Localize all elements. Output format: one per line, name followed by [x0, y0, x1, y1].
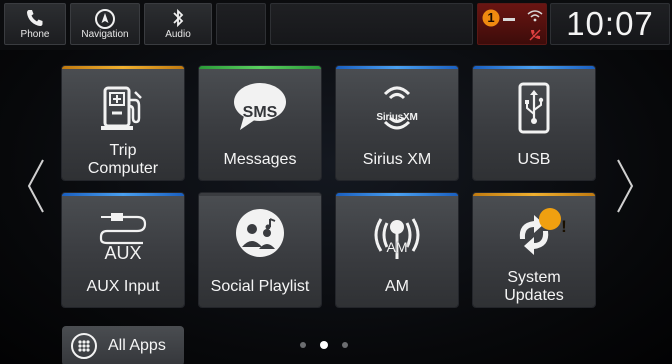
chevron-left-icon[interactable]	[26, 158, 46, 214]
siriusxm-icon	[383, 86, 411, 130]
tile-messages[interactable]: SMS Messages	[199, 66, 321, 180]
tile-label: Social Playlist	[210, 278, 310, 295]
tile-accent-bar	[62, 193, 184, 196]
tile-accent-bar	[199, 193, 321, 196]
tile-usb[interactable]: USB	[473, 66, 595, 180]
aux-text: AUX	[104, 243, 142, 263]
page-dot-1[interactable]	[300, 342, 306, 348]
all-apps-label: All Apps	[108, 337, 166, 354]
tile-label: Messages	[223, 151, 297, 168]
tile-aux-input[interactable]: AUX AUX Input	[62, 193, 184, 307]
page-indicator	[300, 339, 360, 351]
tile-label-line1: Trip	[109, 142, 137, 159]
navigation-label: Navigation	[81, 29, 129, 40]
phone-button[interactable]: Phone	[4, 3, 66, 45]
empty-shortcut-slot[interactable]	[270, 3, 473, 45]
phone-icon	[27, 10, 43, 26]
tile-trip-computer[interactable]: Trip Computer	[62, 66, 184, 180]
tile-sirius-xm[interactable]: SiriusXM Sirius XM	[336, 66, 458, 180]
page-dot-3[interactable]	[342, 342, 348, 348]
empty-shortcut-slot[interactable]	[216, 3, 266, 45]
aux-cable-icon	[99, 213, 147, 245]
tile-label-line2: Updates	[504, 287, 564, 304]
fuel-pump-icon	[101, 86, 142, 130]
clock-time: 10:07	[566, 5, 654, 42]
phone-label: Phone	[20, 29, 50, 40]
no-phone-icon	[529, 29, 541, 41]
page-dot-2-active[interactable]	[320, 341, 328, 349]
top-bar: Phone Navigation Audio 1 10:07	[0, 0, 672, 50]
tile-accent-bar	[336, 193, 458, 196]
people-music-icon	[236, 209, 284, 257]
tile-label: Trip Computer	[62, 142, 184, 178]
tile-system-updates[interactable]: ! System Updates	[473, 193, 595, 307]
tile-label: System Updates	[473, 269, 595, 305]
tile-accent-bar	[473, 193, 595, 196]
tile-label: USB	[517, 151, 551, 168]
infotainment-screen: Phone Navigation Audio 1 10:07 Trip Comp…	[0, 0, 672, 364]
tile-label: AM	[385, 278, 409, 295]
tile-label: AUX Input	[86, 278, 160, 295]
clock-display[interactable]: 10:07	[550, 3, 670, 45]
tile-accent-bar	[336, 66, 458, 69]
tile-am[interactable]: AM AM	[336, 193, 458, 307]
am-text: AM	[386, 239, 408, 255]
tile-label-line2: Computer	[87, 160, 159, 177]
audio-label: Audio	[165, 29, 191, 40]
update-alert-badge: !	[561, 217, 567, 236]
navigation-icon	[95, 9, 115, 29]
wifi-icon	[527, 10, 543, 22]
tile-accent-bar	[473, 66, 595, 69]
navigation-button[interactable]: Navigation	[70, 3, 140, 45]
tile-label-line1: System	[507, 269, 561, 286]
tile-social-playlist[interactable]: Social Playlist	[199, 193, 321, 307]
notification-count: 1	[487, 10, 495, 25]
bluetooth-icon	[173, 8, 184, 28]
status-area[interactable]: 1	[477, 3, 547, 45]
usb-icon	[518, 82, 550, 134]
tile-label: Sirius XM	[362, 151, 432, 168]
signal-dash-icon	[503, 18, 515, 21]
tile-accent-bar	[199, 66, 321, 69]
grid-apps-icon	[71, 333, 97, 359]
am-antenna-icon	[374, 218, 420, 259]
audio-button[interactable]: Audio	[144, 3, 212, 45]
tile-accent-bar	[62, 66, 184, 69]
all-apps-button[interactable]: All Apps	[62, 326, 184, 364]
sms-text: SMS	[242, 104, 278, 121]
chevron-right-icon[interactable]	[615, 158, 635, 214]
siriusxm-wordmark: SiriusXM	[376, 112, 418, 123]
